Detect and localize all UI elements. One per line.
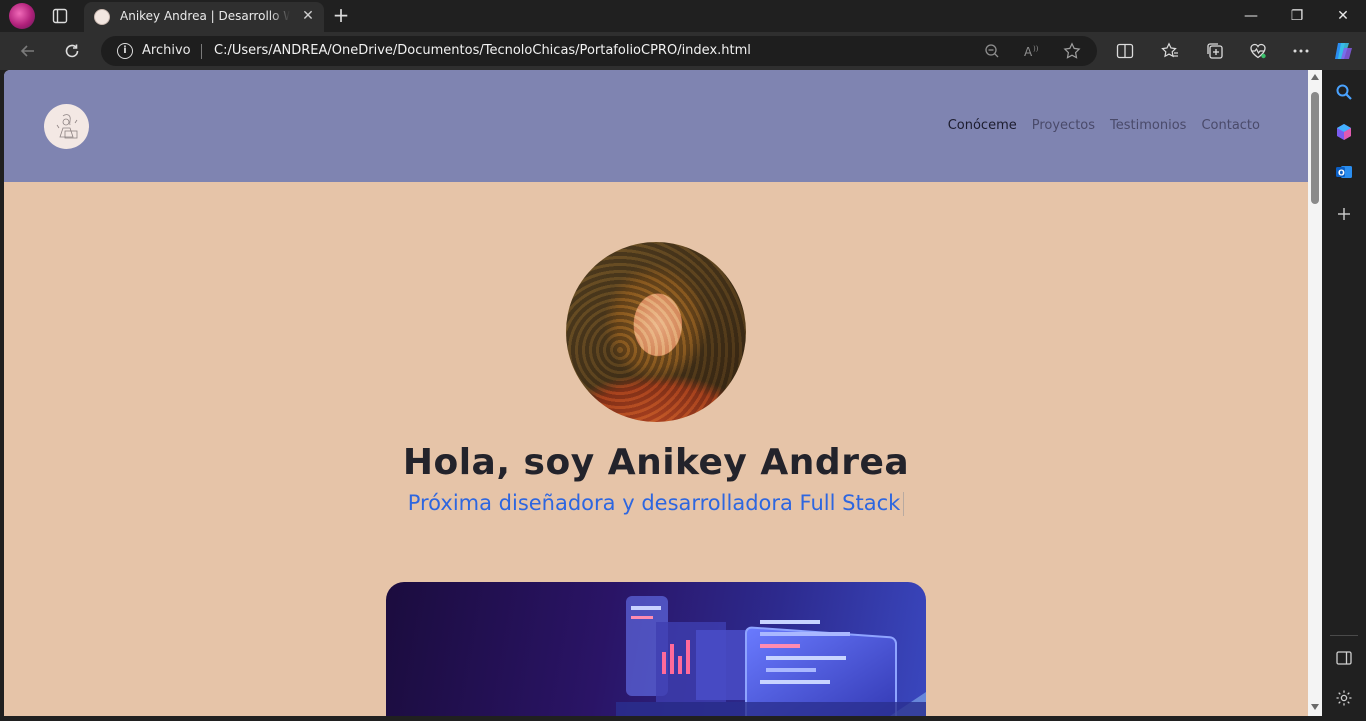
sidebar-divider — [1330, 635, 1358, 636]
more-options-icon[interactable] — [1289, 39, 1313, 63]
page-scrollbar[interactable] — [1308, 70, 1322, 716]
scrollbar-thumb[interactable] — [1311, 92, 1319, 204]
hero-greeting: Hola, soy Anikey Andrea — [402, 442, 910, 483]
tab-title: Anikey Andrea | Desarrollo Web Full Stac… — [120, 9, 290, 23]
svg-text:O: O — [1338, 169, 1345, 178]
profile-avatar-icon[interactable] — [9, 3, 35, 29]
browser-sidebar: O — [1322, 70, 1366, 721]
nav-link-testimonios[interactable]: Testimonios — [1110, 118, 1186, 133]
refresh-icon[interactable] — [60, 39, 84, 63]
close-window-button[interactable]: ✕ — [1320, 0, 1366, 32]
site-logo[interactable] — [44, 104, 89, 149]
site-info-icon[interactable]: i — [117, 43, 133, 59]
microsoft-365-icon[interactable] — [1334, 122, 1354, 142]
minimize-button[interactable]: — — [1228, 0, 1274, 32]
settings-gear-icon[interactable] — [1334, 688, 1354, 708]
back-arrow-icon[interactable] — [16, 39, 40, 63]
svg-text:A: A — [1024, 45, 1033, 59]
address-divider — [201, 44, 202, 59]
nav-link-contacto[interactable]: Contacto — [1201, 118, 1260, 133]
url-text[interactable]: C:/Users/ANDREA/OneDrive/Documentos/Tecn… — [214, 43, 751, 58]
profile-photo-texture — [566, 242, 746, 422]
zoom-out-icon[interactable] — [983, 42, 1001, 60]
scroll-up-arrow-icon[interactable] — [1311, 74, 1319, 80]
maximize-button[interactable]: ❐ — [1274, 0, 1320, 32]
favorites-icon[interactable] — [1158, 39, 1182, 63]
scroll-down-arrow-icon[interactable] — [1311, 704, 1319, 710]
hero-subtitle-wrapper: Próxima diseñadora y desarrolladora Full… — [4, 491, 1308, 516]
search-icon[interactable] — [1334, 82, 1354, 102]
hero-subtitle: Próxima diseñadora y desarrolladora Full… — [407, 491, 901, 515]
svg-text:)): )) — [1033, 45, 1039, 53]
title-bar: Anikey Andrea | Desarrollo Web Full Stac… — [0, 0, 1366, 32]
outlook-icon[interactable]: O — [1334, 162, 1354, 182]
add-sidebar-app-icon[interactable] — [1334, 204, 1354, 224]
tab-actions-icon[interactable] — [48, 5, 72, 27]
collections-icon[interactable] — [1203, 39, 1227, 63]
tab-close-icon[interactable]: ✕ — [300, 8, 316, 24]
nav-link-proyectos[interactable]: Proyectos — [1032, 118, 1095, 133]
hide-sidebar-icon[interactable] — [1334, 648, 1354, 668]
scheme-label: Archivo — [142, 43, 191, 58]
site-nav: Conóceme Proyectos Testimonios Contacto — [948, 118, 1260, 133]
site-favicon-icon — [94, 9, 110, 25]
address-bar[interactable]: i Archivo C:/Users/ANDREA/OneDrive/Docum… — [101, 36, 1097, 66]
hero-banner-image — [386, 582, 926, 716]
profile-photo — [566, 242, 746, 422]
favorite-star-icon[interactable] — [1063, 42, 1081, 60]
page-viewport: Conóceme Proyectos Testimonios Contacto … — [4, 70, 1322, 716]
nav-link-conoceme[interactable]: Conóceme — [948, 118, 1017, 133]
site-header: Conóceme Proyectos Testimonios Contacto — [4, 70, 1308, 182]
browser-tab-active[interactable]: Anikey Andrea | Desarrollo Web Full Stac… — [84, 2, 324, 32]
read-aloud-icon[interactable]: A)) — [1023, 42, 1041, 60]
new-tab-button[interactable]: + — [330, 4, 352, 26]
copilot-icon[interactable] — [1331, 39, 1355, 63]
browser-toolbar: i Archivo C:/Users/ANDREA/OneDrive/Docum… — [0, 32, 1366, 70]
split-screen-icon[interactable] — [1113, 39, 1137, 63]
typing-cursor — [903, 492, 905, 516]
browser-essentials-icon[interactable] — [1246, 39, 1270, 63]
